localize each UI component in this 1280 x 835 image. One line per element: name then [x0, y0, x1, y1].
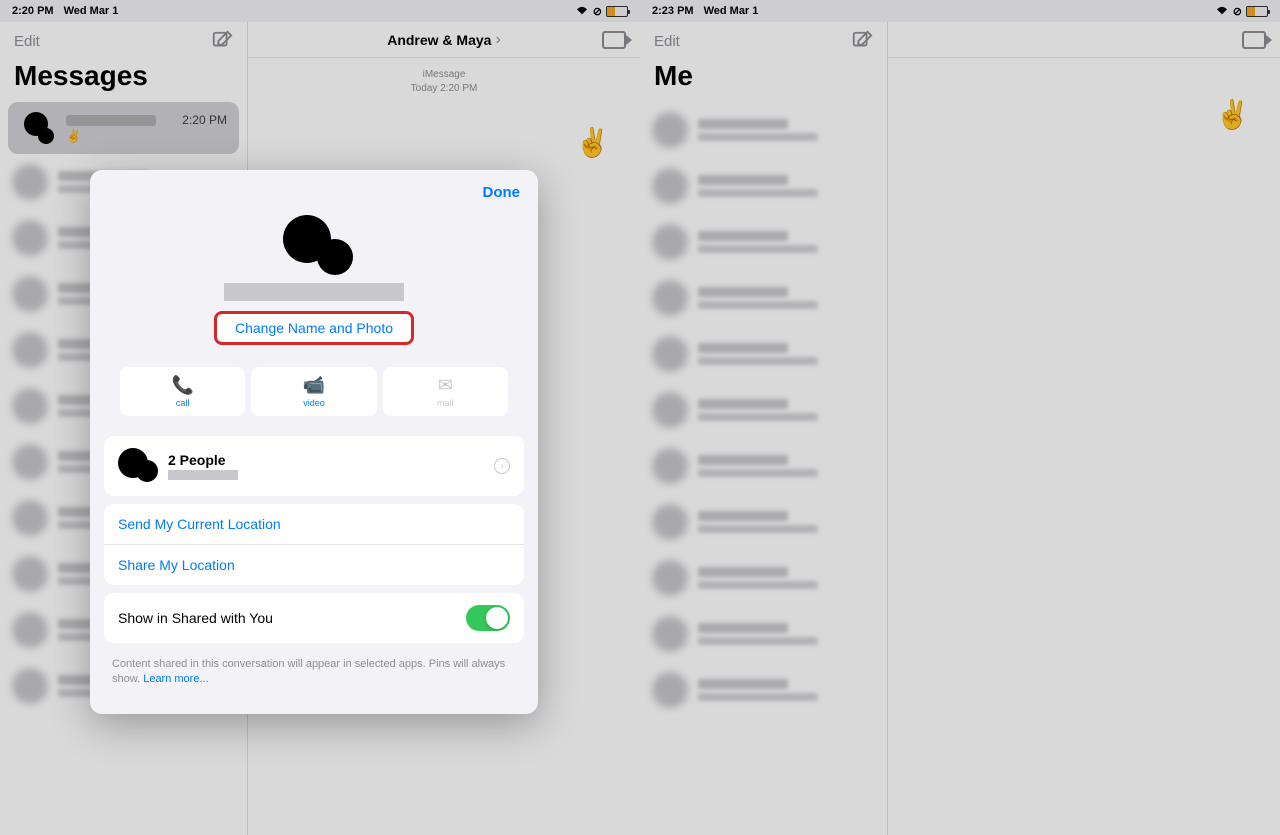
shared-with-you-toggle[interactable] — [466, 605, 510, 631]
group-avatar — [269, 215, 359, 275]
done-button[interactable]: Done — [483, 184, 521, 201]
video-icon: 📹 — [251, 375, 376, 396]
left-screenshot: 2:20 PM Wed Mar 1 ⊘ Edit Messages 2:20 P… — [0, 0, 640, 835]
mail-icon: ✉ — [383, 375, 508, 396]
shared-with-you-label: Show in Shared with You — [118, 610, 273, 626]
mail-button: ✉ mail — [383, 367, 508, 416]
video-button[interactable]: 📹 video — [251, 367, 376, 416]
people-names-redacted — [168, 470, 238, 480]
people-avatar — [118, 446, 158, 486]
send-location-button[interactable]: Send My Current Location — [104, 504, 524, 545]
group-details-modal: Done Change Name and Photo 📞 call 📹 vide… — [90, 170, 538, 714]
call-button[interactable]: 📞 call — [120, 367, 245, 416]
learn-more-link[interactable]: Learn more... — [143, 673, 208, 685]
change-name-photo-button[interactable]: Change Name and Photo — [214, 311, 414, 345]
right-screenshot: 2:23 PM Wed Mar 1 ⊘ Edit Me ✌️ Cancel Do… — [640, 0, 1280, 835]
people-row[interactable]: 2 People › — [104, 436, 524, 496]
phone-icon: 📞 — [120, 375, 245, 396]
modal-overlay — [640, 0, 1280, 835]
group-name-redacted — [224, 283, 404, 301]
share-location-button[interactable]: Share My Location — [104, 545, 524, 585]
people-count: 2 People — [168, 452, 484, 468]
info-icon: › — [494, 458, 510, 474]
footnote: Content shared in this conversation will… — [90, 651, 538, 694]
